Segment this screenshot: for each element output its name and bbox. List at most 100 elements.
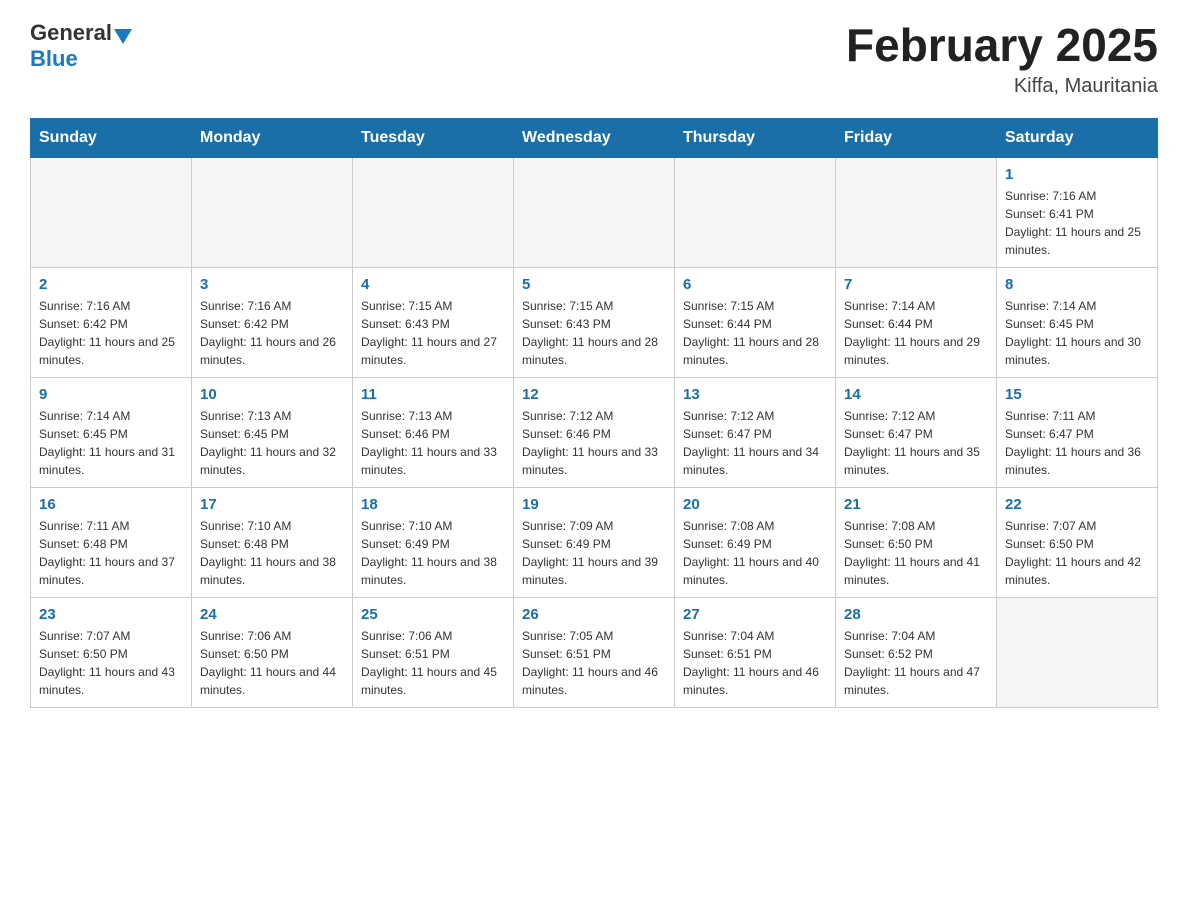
header-cell-friday: Friday [836, 118, 997, 157]
day-sun-info: Sunrise: 7:09 AMSunset: 6:49 PMDaylight:… [522, 517, 666, 589]
day-sun-info: Sunrise: 7:15 AMSunset: 6:43 PMDaylight:… [522, 297, 666, 369]
day-number: 21 [844, 496, 988, 513]
calendar-cell: 6 Sunrise: 7:15 AMSunset: 6:44 PMDaylight… [675, 267, 836, 377]
calendar-cell: 25 Sunrise: 7:06 AMSunset: 6:51 PMDayligh… [353, 597, 514, 707]
day-sun-info: Sunrise: 7:13 AMSunset: 6:45 PMDaylight:… [200, 407, 344, 479]
calendar-cell [514, 157, 675, 267]
calendar-cell: 14 Sunrise: 7:12 AMSunset: 6:47 PMDayligh… [836, 377, 997, 487]
calendar-week-row: 9 Sunrise: 7:14 AMSunset: 6:45 PMDaylight… [31, 377, 1158, 487]
calendar-cell: 27 Sunrise: 7:04 AMSunset: 6:51 PMDayligh… [675, 597, 836, 707]
day-number: 11 [361, 386, 505, 403]
day-number: 8 [1005, 276, 1149, 293]
calendar-week-row: 1 Sunrise: 7:16 AMSunset: 6:41 PMDaylight… [31, 157, 1158, 267]
calendar-cell: 20 Sunrise: 7:08 AMSunset: 6:49 PMDayligh… [675, 487, 836, 597]
header-cell-saturday: Saturday [997, 118, 1158, 157]
header-cell-wednesday: Wednesday [514, 118, 675, 157]
day-number: 9 [39, 386, 183, 403]
calendar-cell [836, 157, 997, 267]
calendar-cell: 26Sunrise: 7:05 AMSunset: 6:51 PMDayligh… [514, 597, 675, 707]
day-number: 14 [844, 386, 988, 403]
calendar-body: 1 Sunrise: 7:16 AMSunset: 6:41 PMDaylight… [31, 157, 1158, 707]
calendar-cell [997, 597, 1158, 707]
day-number: 13 [683, 386, 827, 403]
day-number: 24 [200, 606, 344, 623]
day-number: 1 [1005, 166, 1149, 183]
page-header: General Blue February 2025 Kiffa, Maurit… [30, 20, 1158, 98]
day-sun-info: Sunrise: 7:08 AMSunset: 6:50 PMDaylight:… [844, 517, 988, 589]
calendar-cell: 13 Sunrise: 7:12 AMSunset: 6:47 PMDayligh… [675, 377, 836, 487]
day-sun-info: Sunrise: 7:08 AMSunset: 6:49 PMDaylight:… [683, 517, 827, 589]
day-number: 3 [200, 276, 344, 293]
day-sun-info: Sunrise: 7:04 AMSunset: 6:51 PMDaylight:… [683, 627, 827, 699]
day-number: 27 [683, 606, 827, 623]
day-sun-info: Sunrise: 7:14 AMSunset: 6:44 PMDaylight:… [844, 297, 988, 369]
calendar-cell: 12 Sunrise: 7:12 AMSunset: 6:46 PMDayligh… [514, 377, 675, 487]
calendar-cell: 16Sunrise: 7:11 AMSunset: 6:48 PMDayligh… [31, 487, 192, 597]
calendar-cell: 17Sunrise: 7:10 AMSunset: 6:48 PMDayligh… [192, 487, 353, 597]
logo-blue-text: Blue [30, 46, 78, 71]
calendar-cell: 10 Sunrise: 7:13 AMSunset: 6:45 PMDayligh… [192, 377, 353, 487]
calendar-cell: 23 Sunrise: 7:07 AMSunset: 6:50 PMDayligh… [31, 597, 192, 707]
day-number: 26 [522, 606, 666, 623]
calendar-cell: 19Sunrise: 7:09 AMSunset: 6:49 PMDayligh… [514, 487, 675, 597]
header-cell-sunday: Sunday [31, 118, 192, 157]
day-sun-info: Sunrise: 7:11 AMSunset: 6:47 PMDaylight:… [1005, 407, 1149, 479]
calendar-cell: 9 Sunrise: 7:14 AMSunset: 6:45 PMDaylight… [31, 377, 192, 487]
logo-triangle-icon [114, 29, 132, 44]
day-number: 6 [683, 276, 827, 293]
calendar-week-row: 23 Sunrise: 7:07 AMSunset: 6:50 PMDayligh… [31, 597, 1158, 707]
calendar-week-row: 2 Sunrise: 7:16 AMSunset: 6:42 PMDaylight… [31, 267, 1158, 377]
day-number: 5 [522, 276, 666, 293]
day-sun-info: Sunrise: 7:07 AMSunset: 6:50 PMDaylight:… [1005, 517, 1149, 589]
header-cell-thursday: Thursday [675, 118, 836, 157]
day-sun-info: Sunrise: 7:07 AMSunset: 6:50 PMDaylight:… [39, 627, 183, 699]
calendar-cell: 7Sunrise: 7:14 AMSunset: 6:44 PMDaylight… [836, 267, 997, 377]
day-sun-info: Sunrise: 7:16 AMSunset: 6:41 PMDaylight:… [1005, 187, 1149, 259]
day-number: 15 [1005, 386, 1149, 403]
calendar-cell [31, 157, 192, 267]
calendar-cell: 15 Sunrise: 7:11 AMSunset: 6:47 PMDayligh… [997, 377, 1158, 487]
day-number: 23 [39, 606, 183, 623]
calendar-cell: 11 Sunrise: 7:13 AMSunset: 6:46 PMDayligh… [353, 377, 514, 487]
calendar-cell: 28 Sunrise: 7:04 AMSunset: 6:52 PMDayligh… [836, 597, 997, 707]
day-number: 18 [361, 496, 505, 513]
day-sun-info: Sunrise: 7:11 AMSunset: 6:48 PMDaylight:… [39, 517, 183, 589]
day-sun-info: Sunrise: 7:06 AMSunset: 6:51 PMDaylight:… [361, 627, 505, 699]
day-sun-info: Sunrise: 7:15 AMSunset: 6:43 PMDaylight:… [361, 297, 505, 369]
calendar-week-row: 16Sunrise: 7:11 AMSunset: 6:48 PMDayligh… [31, 487, 1158, 597]
day-sun-info: Sunrise: 7:14 AMSunset: 6:45 PMDaylight:… [39, 407, 183, 479]
title-block: February 2025 Kiffa, Mauritania [846, 20, 1158, 98]
day-sun-info: Sunrise: 7:15 AMSunset: 6:44 PMDaylight:… [683, 297, 827, 369]
day-number: 4 [361, 276, 505, 293]
day-number: 25 [361, 606, 505, 623]
calendar-cell: 4 Sunrise: 7:15 AMSunset: 6:43 PMDaylight… [353, 267, 514, 377]
header-cell-tuesday: Tuesday [353, 118, 514, 157]
calendar-cell: 1 Sunrise: 7:16 AMSunset: 6:41 PMDaylight… [997, 157, 1158, 267]
calendar-cell: 2 Sunrise: 7:16 AMSunset: 6:42 PMDaylight… [31, 267, 192, 377]
calendar-cell: 8 Sunrise: 7:14 AMSunset: 6:45 PMDaylight… [997, 267, 1158, 377]
day-sun-info: Sunrise: 7:10 AMSunset: 6:48 PMDaylight:… [200, 517, 344, 589]
header-row: SundayMondayTuesdayWednesdayThursdayFrid… [31, 118, 1158, 157]
day-sun-info: Sunrise: 7:13 AMSunset: 6:46 PMDaylight:… [361, 407, 505, 479]
day-sun-info: Sunrise: 7:12 AMSunset: 6:47 PMDaylight:… [683, 407, 827, 479]
day-sun-info: Sunrise: 7:14 AMSunset: 6:45 PMDaylight:… [1005, 297, 1149, 369]
day-sun-info: Sunrise: 7:12 AMSunset: 6:46 PMDaylight:… [522, 407, 666, 479]
day-number: 12 [522, 386, 666, 403]
day-sun-info: Sunrise: 7:10 AMSunset: 6:49 PMDaylight:… [361, 517, 505, 589]
location-title: Kiffa, Mauritania [846, 75, 1158, 98]
calendar-cell: 24Sunrise: 7:06 AMSunset: 6:50 PMDayligh… [192, 597, 353, 707]
day-sun-info: Sunrise: 7:04 AMSunset: 6:52 PMDaylight:… [844, 627, 988, 699]
day-sun-info: Sunrise: 7:16 AMSunset: 6:42 PMDaylight:… [39, 297, 183, 369]
calendar-header: SundayMondayTuesdayWednesdayThursdayFrid… [31, 118, 1158, 157]
month-title: February 2025 [846, 20, 1158, 71]
day-number: 2 [39, 276, 183, 293]
calendar-cell [675, 157, 836, 267]
day-number: 20 [683, 496, 827, 513]
calendar-table: SundayMondayTuesdayWednesdayThursdayFrid… [30, 118, 1158, 708]
day-sun-info: Sunrise: 7:12 AMSunset: 6:47 PMDaylight:… [844, 407, 988, 479]
day-sun-info: Sunrise: 7:16 AMSunset: 6:42 PMDaylight:… [200, 297, 344, 369]
calendar-cell: 3 Sunrise: 7:16 AMSunset: 6:42 PMDaylight… [192, 267, 353, 377]
day-number: 10 [200, 386, 344, 403]
calendar-cell: 18 Sunrise: 7:10 AMSunset: 6:49 PMDayligh… [353, 487, 514, 597]
day-number: 28 [844, 606, 988, 623]
